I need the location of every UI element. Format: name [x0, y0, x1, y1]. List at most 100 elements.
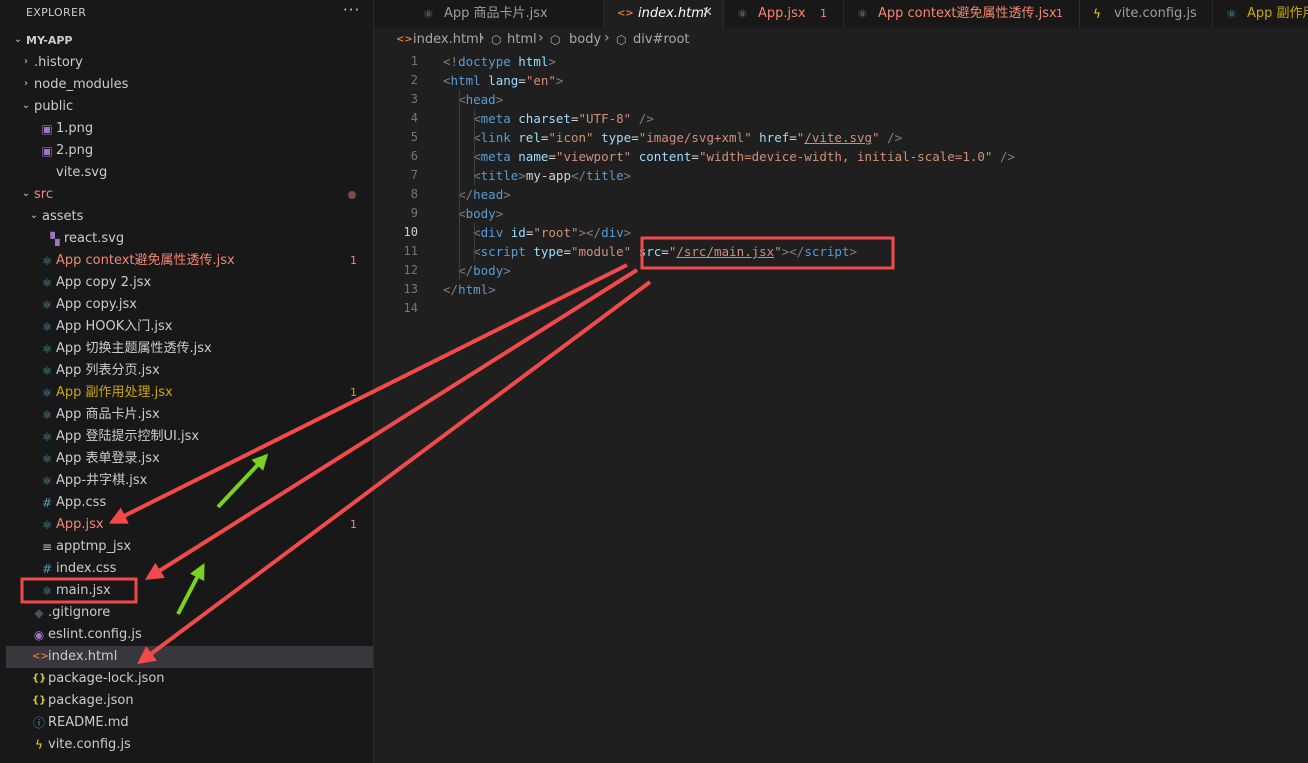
line-number: 4: [410, 111, 418, 125]
code-editor[interactable]: 1 2 3 4 5 6 7 8 9 10 11 12 13 14 <!doctype html> <html…: [374, 50, 1308, 763]
code-line[interactable]: </body>: [443, 261, 511, 280]
tree-item[interactable]: ⌄ MY-APP: [6, 30, 373, 52]
code-token: div: [601, 225, 624, 240]
tree-item[interactable]: ⚛ App 表单登录.jsx: [6, 448, 373, 470]
tree-item[interactable]: ▚ react.svg: [6, 228, 373, 250]
tree-item[interactable]: ϟ vite.config.js: [6, 734, 373, 756]
code-line[interactable]: <html lang="en">: [443, 71, 563, 90]
editor-tab[interactable]: ϟ vite.config.js: [1080, 0, 1213, 28]
tree-item-label: App-井字棋.jsx: [56, 473, 148, 488]
tree-item[interactable]: ⚛ App copy.jsx: [6, 294, 373, 316]
element-icon: ⬡: [616, 33, 627, 47]
tree-item[interactable]: ⚛ App 商品卡片.jsx: [6, 404, 373, 426]
chevron-right-icon[interactable]: ›: [20, 77, 32, 91]
react-file-icon: ⚛: [41, 386, 53, 400]
code-token: =: [518, 73, 526, 88]
tree-item-label: App 切换主题属性透传.jsx: [56, 341, 212, 356]
breadcrumb-item[interactable]: body: [569, 32, 601, 48]
line-number: 6: [410, 149, 418, 163]
tab-label: App 商品卡片.jsx: [444, 6, 548, 21]
code-token: =: [548, 149, 556, 164]
react-file-icon: ⚛: [41, 276, 53, 290]
code-line[interactable]: <head>: [443, 90, 503, 109]
chevron-down-icon[interactable]: ⌄: [20, 99, 32, 113]
react-file-icon: ⚛: [41, 408, 53, 422]
tree-item[interactable]: ≡ apptmp_jsx: [6, 536, 373, 558]
tree-item-label: App 副作用处理.jsx: [56, 385, 173, 400]
code-line[interactable]: <title>my-app</title>: [443, 166, 631, 185]
code-line[interactable]: </html>: [443, 280, 496, 299]
code-token: id: [510, 225, 526, 240]
tree-item[interactable]: ⚛ App 登陆提示控制UI.jsx: [6, 426, 373, 448]
tree-item[interactable]: ⚛ App 副作用处理.jsx 1: [6, 382, 373, 404]
line-number: 8: [410, 187, 418, 201]
tree-item[interactable]: ▣ 2.png: [6, 140, 373, 162]
tree-item[interactable]: ◉ eslint.config.js: [6, 624, 373, 646]
editor-tab[interactable]: ⚛ App 商品卡片.jsx: [410, 0, 604, 28]
code-line[interactable]: <script type="module" src="/src/main.jsx…: [443, 242, 857, 261]
tree-item[interactable]: # index.css: [6, 558, 373, 580]
more-actions-icon[interactable]: ···: [343, 1, 360, 19]
breadcrumb-item[interactable]: div#root: [633, 32, 690, 48]
tree-item[interactable]: {} package-lock.json: [6, 668, 373, 690]
tree-item[interactable]: # App.css: [6, 492, 373, 514]
tab-label: App.jsx: [758, 6, 806, 21]
vite-file-icon: ϟ: [1093, 7, 1101, 21]
chevron-down-icon[interactable]: ⌄: [12, 33, 24, 47]
code-token: =: [661, 244, 669, 259]
tree-item-label: main.jsx: [56, 583, 111, 598]
code-line[interactable]: <div id="root"></div>: [443, 223, 631, 242]
code-token: /vite.svg: [804, 130, 873, 145]
tree-item[interactable]: ⚛ App copy 2.jsx: [6, 272, 373, 294]
tree-item-label: index.css: [56, 561, 117, 576]
tree-item[interactable]: › node_modules: [6, 74, 373, 96]
editor-tab[interactable]: <> index.html ✕: [604, 0, 724, 28]
line-number: 1: [410, 54, 418, 68]
code-line[interactable]: <meta name="viewport" content="width=dev…: [443, 147, 1015, 166]
tree-item[interactable]: ▣ 1.png: [6, 118, 373, 140]
tree-item[interactable]: {} package.json: [6, 690, 373, 712]
indent-guide: [459, 90, 460, 280]
code-line[interactable]: <link rel="icon" type="image/svg+xml" hr…: [443, 128, 902, 147]
tree-item[interactable]: ◆ .gitignore: [6, 602, 373, 624]
react-file-icon: ⚛: [41, 518, 53, 532]
editor-tab[interactable]: ⚛ App.jsx 1: [724, 0, 844, 28]
tree-item[interactable]: ⚛ App HOOK入门.jsx: [6, 316, 373, 338]
editor-tab[interactable]: ⚛ App context避免属性透传.jsx 1: [844, 0, 1080, 28]
tree-item[interactable]: ⌄ src: [6, 184, 373, 206]
chevron-down-icon[interactable]: ⌄: [28, 209, 40, 223]
breadcrumb-item[interactable]: index.html: [413, 32, 482, 48]
tab-label: App 副作用处理.jsx: [1247, 6, 1308, 21]
line-number: 12: [403, 263, 418, 277]
chevron-right-icon[interactable]: ›: [20, 55, 32, 69]
code-line[interactable]: <body>: [443, 204, 503, 223]
tree-item[interactable]: ⚛ App 切换主题属性透传.jsx: [6, 338, 373, 360]
line-number: 7: [410, 168, 418, 182]
chevron-down-icon[interactable]: ⌄: [20, 187, 32, 201]
breadcrumb-item[interactable]: html: [507, 32, 537, 48]
tree-item[interactable]: ⚛ App context避免属性透传.jsx 1: [6, 250, 373, 272]
tree-item[interactable]: vite.svg: [6, 162, 373, 184]
git-file-icon: ◆: [34, 606, 44, 620]
explorer-header: EXPLORER ···: [0, 0, 374, 26]
tree-item[interactable]: ⚛ main.jsx: [6, 580, 373, 602]
code-line[interactable]: </head>: [443, 185, 511, 204]
tree-item[interactable]: ⚛ App.jsx 1: [6, 514, 373, 536]
tree-item[interactable]: ⌄ public: [6, 96, 373, 118]
close-icon[interactable]: ✕: [702, 5, 713, 21]
code-line[interactable]: <!doctype html>: [443, 52, 556, 71]
line-number: 10: [403, 225, 418, 239]
line-number: 9: [410, 206, 418, 220]
react-file-icon: ⚛: [737, 7, 748, 21]
tree-item[interactable]: <> index.html: [6, 646, 373, 668]
tree-item[interactable]: ⓘ README.md: [6, 712, 373, 734]
tree-item[interactable]: ⚛ App-井字棋.jsx: [6, 470, 373, 492]
tree-item[interactable]: ⌄ assets: [6, 206, 373, 228]
tree-item[interactable]: ⚛ App 列表分页.jsx: [6, 360, 373, 382]
tree-item-label: App HOOK入门.jsx: [56, 319, 173, 334]
tree-item[interactable]: › .history: [6, 52, 373, 74]
editor-tab[interactable]: ⚛ App 副作用处理.jsx: [1213, 0, 1308, 28]
